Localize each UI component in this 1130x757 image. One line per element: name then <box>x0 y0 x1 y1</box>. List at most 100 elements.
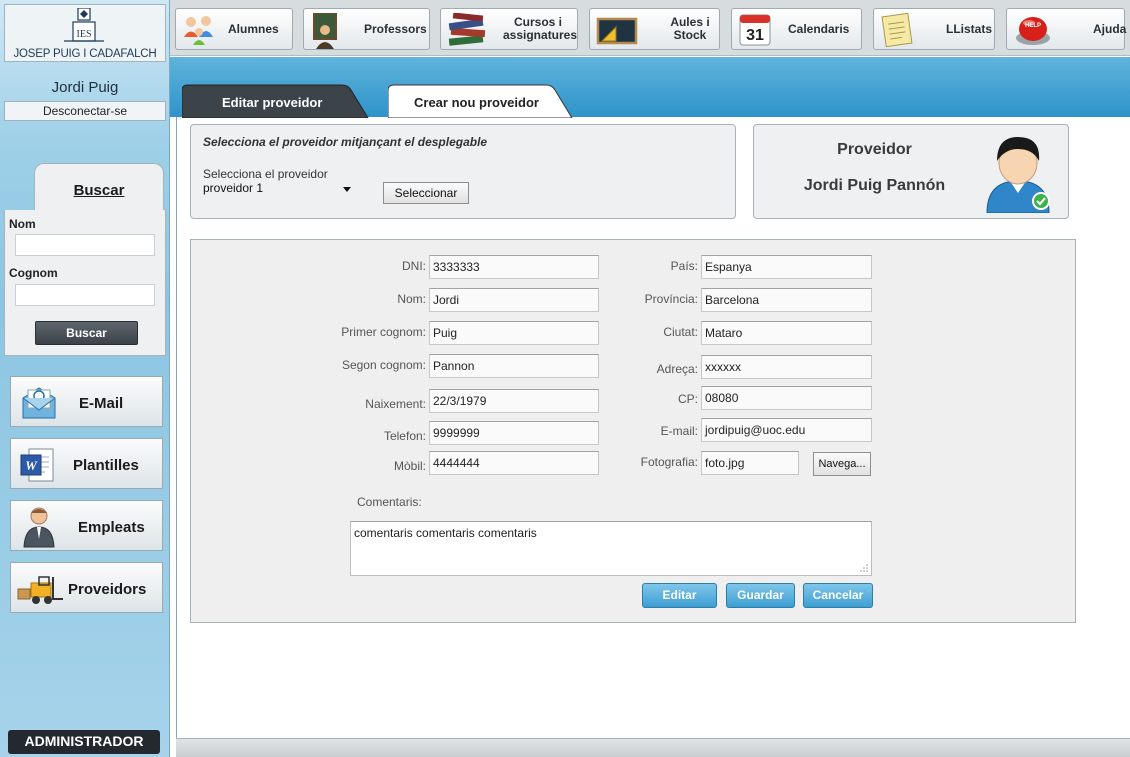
provider-selector-panel: Selecciona el proveidor mitjançant el de… <box>190 124 736 219</box>
tab-create-label: Crear nou proveidor <box>414 95 539 110</box>
svg-text:31: 31 <box>746 27 764 44</box>
search-panel: Nom Cognom Buscar <box>4 210 166 356</box>
dni-field[interactable]: 3333333 <box>429 255 599 279</box>
country-field[interactable]: Espanya <box>701 255 872 279</box>
forklift-icon <box>17 576 63 604</box>
logout-button[interactable]: Desconectar-se <box>4 101 166 121</box>
sidenav-employees-button[interactable]: Empleats <box>10 500 163 551</box>
cancel-button[interactable]: Cancelar <box>803 583 873 608</box>
topnav-help-label: Ajuda <box>1093 22 1127 36</box>
avatar <box>986 137 1050 213</box>
country-label: País: <box>670 259 698 273</box>
sidenav-templates-label: Plantilles <box>73 457 139 474</box>
second-surname-field[interactable]: Pannon <box>429 354 599 378</box>
blackboard-icon <box>596 17 638 45</box>
svg-text:IES: IES <box>77 29 92 40</box>
comments-textarea[interactable]: comentaris comentaris comentaris <box>350 521 872 576</box>
students-icon <box>184 16 213 45</box>
topnav-help-button[interactable]: HELP Ajuda <box>1006 8 1127 50</box>
chevron-down-icon <box>343 187 351 192</box>
search-name-input[interactable] <box>15 234 155 256</box>
select-provider-button[interactable]: Seleccionar <box>383 182 469 204</box>
sidebar: IES JOSEP PUIG I CADAFALCH Jordi Puig De… <box>0 0 170 757</box>
email-field[interactable]: jordipuig@uoc.edu <box>701 418 872 442</box>
topnav-courses-button[interactable]: Cursos i assignatures <box>440 8 578 50</box>
word-document-icon: W <box>20 448 54 482</box>
teacher-icon <box>313 13 337 49</box>
topnav-calendars-label: Calendaris <box>788 22 850 36</box>
topnav-classrooms-label: Aules i Stock <box>670 15 710 42</box>
topnav-students-label: Alumnes <box>228 22 279 36</box>
second-surname-label: Segon cognom: <box>341 358 426 372</box>
sidenav-email-button[interactable]: E-Mail <box>10 376 163 427</box>
selector-label: Selecciona el proveidor <box>203 167 328 181</box>
selector-title: Selecciona el proveidor mitjançant el de… <box>203 135 488 149</box>
birthdate-field[interactable]: 22/3/1979 <box>429 389 599 413</box>
search-name-label: Nom <box>9 217 36 231</box>
sidenav-email-label: E-Mail <box>79 395 124 412</box>
mobile-field[interactable]: 4444444 <box>429 451 599 475</box>
postal-code-label: CP: <box>677 392 698 406</box>
search-surname-input[interactable] <box>15 284 155 306</box>
search-tab[interactable]: Buscar <box>34 163 164 211</box>
calendar-icon: 31 <box>739 14 771 46</box>
topnav-lists-button[interactable]: LListats <box>873 8 995 50</box>
resize-grip-icon[interactable] <box>860 564 868 572</box>
sidenav-providers-button[interactable]: Proveidors <box>10 562 163 613</box>
school-logo[interactable]: IES JOSEP PUIG I CADAFALCH <box>4 4 166 62</box>
footer-bar <box>176 738 1130 757</box>
employee-icon <box>23 507 55 548</box>
provider-dropdown[interactable]: proveidor 1 <box>203 181 363 199</box>
comments-label: Comentaris: <box>357 495 422 509</box>
address-label: Adreça: <box>656 362 698 376</box>
topnav-teachers-button[interactable]: Professors <box>303 8 430 50</box>
school-name: JOSEP PUIG I CADAFALCH <box>13 48 157 60</box>
dni-label: DNI: <box>402 259 426 273</box>
svg-text:W: W <box>25 458 38 473</box>
browse-photo-button[interactable]: Navega... <box>813 452 871 476</box>
province-label: Província: <box>644 292 698 306</box>
email-icon <box>22 387 56 419</box>
topnav-teachers-label: Professors <box>364 22 427 36</box>
name-field[interactable]: Jordi <box>429 288 599 312</box>
provider-card-heading: Proveidor <box>837 141 912 158</box>
comments-text: comentaris comentaris comentaris <box>354 526 537 540</box>
top-nav-bar: Alumnes Professors Cursos i assignatures… <box>170 0 1130 56</box>
email-label: E-mail: <box>660 424 698 438</box>
school-building-icon: IES <box>64 8 104 42</box>
sidenav-templates-button[interactable]: W Plantilles <box>10 438 163 489</box>
phone-label: Telefon: <box>383 429 426 443</box>
topnav-classrooms-button[interactable]: Aules i Stock <box>589 8 720 50</box>
city-field[interactable]: Mataro <box>701 321 872 345</box>
svg-text:HELP: HELP <box>1025 23 1041 29</box>
name-label: Nom: <box>397 292 426 306</box>
search-button[interactable]: Buscar <box>35 321 138 345</box>
province-field[interactable]: Barcelona <box>701 288 872 312</box>
address-field[interactable]: xxxxxx <box>701 355 872 379</box>
topnav-calendars-button[interactable]: 31 Calendaris <box>731 8 862 50</box>
topnav-students-button[interactable]: Alumnes <box>175 8 293 50</box>
photo-label: Fotografia: <box>640 455 698 469</box>
provider-card-name: Jordi Puig Pannón <box>803 177 946 194</box>
topnav-courses-label: Cursos i assignatures <box>503 15 578 42</box>
role-badge: ADMINISTRADOR <box>8 730 160 754</box>
books-icon <box>448 13 486 46</box>
user-name: Jordi Puig <box>51 79 119 96</box>
tab-edit-provider[interactable]: Editar proveidor <box>182 84 376 118</box>
city-label: Ciutat: <box>663 325 698 339</box>
birthdate-label: Naixement: <box>365 397 426 411</box>
photo-field[interactable]: foto.jpg <box>701 451 799 475</box>
save-button[interactable]: Guardar <box>726 583 795 608</box>
help-button-icon: HELP <box>1016 17 1050 45</box>
first-surname-label: Primer cognom: <box>341 325 426 339</box>
first-surname-field[interactable]: Puig <box>429 321 599 345</box>
tab-edit-label: Editar proveidor <box>222 95 323 110</box>
topnav-lists-label: LListats <box>946 22 993 36</box>
provider-card: Proveidor Jordi Puig Pannón <box>753 124 1069 219</box>
edit-button[interactable]: Editar <box>642 583 717 608</box>
tab-create-provider[interactable]: Crear nou proveidor <box>388 84 574 118</box>
search-surname-label: Cognom <box>9 266 58 280</box>
postal-code-field[interactable]: 08080 <box>701 386 872 410</box>
phone-field[interactable]: 9999999 <box>429 421 599 445</box>
mobile-label: Mòbil: <box>393 459 426 473</box>
